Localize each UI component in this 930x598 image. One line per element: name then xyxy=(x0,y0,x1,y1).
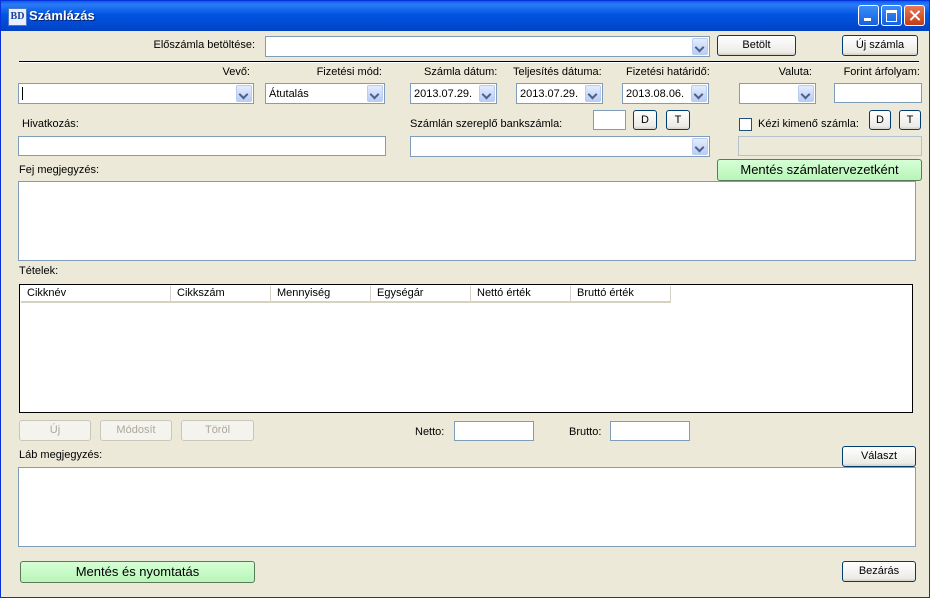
payment-method-label: Fizetési mód: xyxy=(316,66,382,78)
chevron-down-icon[interactable] xyxy=(585,85,601,102)
bank-d-button[interactable]: D xyxy=(633,110,657,130)
header-note-label: Fej megjegyzés: xyxy=(19,164,100,176)
bank-account-select[interactable] xyxy=(410,136,710,157)
title-bar[interactable]: BD Számlázás xyxy=(1,1,929,31)
column-header[interactable]: Egységár xyxy=(371,286,471,303)
new-invoice-button[interactable]: Új számla xyxy=(842,35,918,56)
column-header[interactable]: Cikkszám xyxy=(171,286,271,303)
chevron-down-icon[interactable] xyxy=(236,85,252,102)
chevron-down-icon[interactable] xyxy=(367,85,383,102)
header-note-textarea[interactable] xyxy=(18,181,916,261)
column-header[interactable]: Mennyiség xyxy=(271,286,371,303)
net-total-input xyxy=(454,421,534,441)
forint-rate-input[interactable] xyxy=(834,83,922,103)
separator xyxy=(19,61,919,63)
chevron-down-icon[interactable] xyxy=(691,85,707,102)
manual-invoice-label: Kézi kimenő számla: xyxy=(758,118,859,130)
invoice-date-label: Számla dátum: xyxy=(424,66,498,78)
chevron-down-icon[interactable] xyxy=(692,38,708,55)
new-item-button[interactable]: Új xyxy=(19,420,91,441)
forint-rate-label: Forint árfolyam: xyxy=(843,66,920,78)
close-icon[interactable] xyxy=(904,5,925,26)
reference-label: Hivatkozás: xyxy=(22,118,79,130)
payment-deadline-picker[interactable]: 2013.08.06. xyxy=(622,83,709,104)
window-title: Számlázás xyxy=(29,8,95,23)
form-body: Előszámla betöltése: Betölt Új számla Ve… xyxy=(4,31,926,594)
manual-invoice-input xyxy=(738,136,922,156)
delete-item-button[interactable]: Töröl xyxy=(181,420,254,441)
column-header[interactable]: Bruttó érték xyxy=(571,286,671,303)
save-and-print-button[interactable]: Mentés és nyomtatás xyxy=(20,561,255,583)
column-header[interactable]: Cikknév xyxy=(21,286,171,303)
fulfillment-date-label: Teljesítés dátuma: xyxy=(513,66,602,78)
payment-deadline-label: Fizetési határidő: xyxy=(626,66,710,78)
gross-label: Brutto: xyxy=(569,426,602,438)
chevron-down-icon[interactable] xyxy=(798,85,814,102)
load-button[interactable]: Betölt xyxy=(717,35,796,56)
choose-button[interactable]: Választ xyxy=(842,446,916,467)
footer-note-textarea[interactable] xyxy=(18,467,916,547)
manual-invoice-checkbox[interactable] xyxy=(739,118,752,131)
maximize-icon[interactable] xyxy=(881,5,902,26)
fulfillment-date-picker[interactable]: 2013.07.29. xyxy=(516,83,603,104)
modify-item-button[interactable]: Módosít xyxy=(100,420,172,441)
invoice-window: BD Számlázás Előszámla betöltése: Betölt… xyxy=(0,0,930,598)
buyer-label: Vevő: xyxy=(222,66,250,78)
items-table[interactable]: Cikknév Cikkszám Mennyiség Egységár Nett… xyxy=(19,284,913,413)
close-button[interactable]: Bezárás xyxy=(842,561,916,582)
payment-method-value: Átutalás xyxy=(269,88,309,100)
currency-label: Valuta: xyxy=(778,66,812,78)
text-caret xyxy=(22,87,23,100)
save-draft-button[interactable]: Mentés számlatervezetként xyxy=(717,159,922,181)
invoice-date-picker[interactable]: 2013.07.29. xyxy=(410,83,497,104)
footer-note-label: Láb megjegyzés: xyxy=(19,449,103,461)
preinvoice-label: Előszámla betöltése: xyxy=(153,39,256,51)
fulfillment-date-value: 2013.07.29. xyxy=(520,88,579,100)
minimize-icon[interactable] xyxy=(858,5,879,26)
column-header[interactable]: Nettó érték xyxy=(471,286,571,303)
items-label: Tételek: xyxy=(19,265,59,277)
invoice-date-value: 2013.07.29. xyxy=(414,88,473,100)
net-label: Netto: xyxy=(415,426,445,438)
preinvoice-select[interactable] xyxy=(265,36,710,57)
bank-account-label: Számlán szereplő bankszámla: xyxy=(410,118,563,130)
gross-total-input xyxy=(610,421,690,441)
payment-deadline-value: 2013.08.06. xyxy=(626,88,685,100)
items-table-header: Cikknév Cikkszám Mennyiség Egységár Nett… xyxy=(21,286,671,304)
manual-t-button[interactable]: T xyxy=(899,110,921,130)
bank-t-button[interactable]: T xyxy=(666,110,690,130)
manual-d-button[interactable]: D xyxy=(869,110,891,130)
chevron-down-icon[interactable] xyxy=(479,85,495,102)
currency-select[interactable] xyxy=(739,83,816,104)
bank-account-code-input[interactable] xyxy=(593,110,626,130)
payment-method-select[interactable]: Átutalás xyxy=(265,83,385,104)
reference-input[interactable] xyxy=(18,136,386,156)
chevron-down-icon[interactable] xyxy=(692,138,708,155)
bd-app-icon: BD xyxy=(8,8,27,26)
buyer-select[interactable] xyxy=(18,83,254,104)
